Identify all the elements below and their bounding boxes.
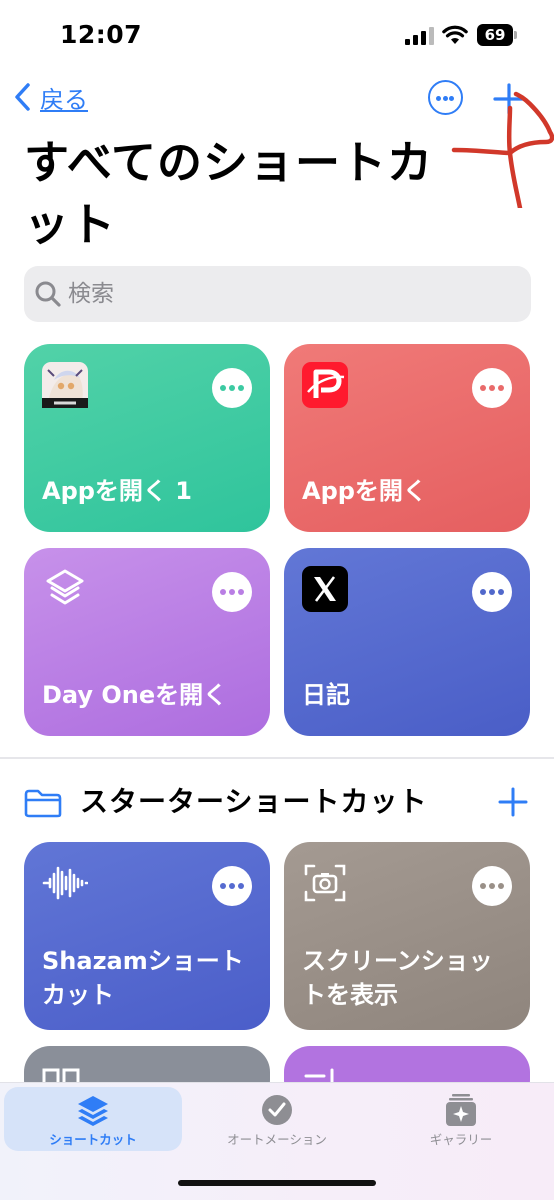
shortcut-label: 日記 (302, 681, 350, 709)
shortcut-tile-diary[interactable]: 日記 (284, 548, 530, 736)
shortcut-tile-open-app-1[interactable]: Appを開く 1 (24, 344, 270, 532)
shortcut-label: Appを開く (302, 477, 427, 505)
tab-label: ギャラリー (429, 1132, 493, 1147)
battery-icon: 69 (477, 24, 517, 46)
section-title: スターターショートカット (80, 785, 428, 818)
folder-icon[interactable] (24, 788, 62, 818)
ellipsis-dot (480, 589, 486, 595)
home-indicator (178, 1180, 376, 1186)
paypay-app-icon (302, 362, 348, 408)
section-divider (0, 757, 554, 759)
waveform-icon (42, 866, 88, 900)
ellipsis-dot (489, 883, 495, 889)
x-app-icon (302, 566, 348, 612)
starter-section-header: スターターショートカット (24, 782, 531, 824)
ellipsis-dot (449, 95, 454, 101)
more-options-button[interactable] (428, 80, 463, 115)
shortcut-label: Shazamショートカット (42, 947, 244, 1009)
shortcut-more-button[interactable] (472, 572, 512, 612)
search-bar[interactable] (24, 266, 531, 322)
ellipsis-dot (238, 589, 244, 595)
status-time: 12:07 (60, 20, 143, 49)
wifi-icon (442, 25, 468, 44)
tab-shortcuts[interactable]: ショートカット (4, 1087, 182, 1151)
ellipsis-dot (480, 883, 486, 889)
ellipsis-dot (220, 385, 226, 391)
battery-nub (514, 31, 517, 39)
back-label: 戻る (40, 85, 88, 114)
tab-label: オートメーション (227, 1132, 327, 1147)
ellipsis-dot (480, 385, 486, 391)
ellipsis-dot (238, 883, 244, 889)
shortcut-tile-open-app[interactable]: Appを開く (284, 344, 530, 532)
shortcuts-layers-icon (78, 1096, 108, 1126)
shortcut-more-button[interactable] (472, 866, 512, 906)
ellipsis-dot (442, 95, 448, 101)
page-title: すべてのショートカット (24, 136, 434, 251)
add-starter-shortcut-button[interactable] (497, 786, 529, 818)
battery-level: 69 (477, 24, 513, 46)
ellipsis-dot (220, 883, 226, 889)
layers-icon (46, 569, 84, 605)
add-shortcut-button[interactable] (492, 82, 526, 116)
ellipsis-dot (220, 589, 226, 595)
shortcut-label: Day Oneを開く (42, 681, 228, 709)
shortcut-more-button[interactable] (212, 368, 252, 408)
cellular-signal-icon (405, 27, 434, 45)
shortcut-more-button[interactable] (472, 368, 512, 408)
hoyoverse-app-icon (42, 362, 88, 408)
shortcut-more-button[interactable] (212, 866, 252, 906)
ellipsis-dot (498, 883, 504, 889)
ellipsis-dot (436, 95, 441, 101)
ellipsis-dot (489, 385, 495, 391)
shortcut-tile-shazam[interactable]: Shazamショートカット (24, 842, 270, 1030)
search-icon (35, 281, 61, 307)
screenshot-camera-icon (304, 864, 346, 902)
shortcut-label: スクリーンショットを表示 (302, 947, 493, 1009)
ellipsis-dot (498, 589, 504, 595)
back-button[interactable]: 戻る (12, 80, 88, 114)
ellipsis-dot (489, 589, 495, 595)
ellipsis-dot (229, 883, 235, 889)
status-bar: 12:07 69 (0, 0, 554, 70)
ellipsis-dot (498, 385, 504, 391)
shortcut-tile-show-screenshot[interactable]: スクリーンショットを表示 (284, 842, 530, 1030)
red-handwritten-arrow-annotation (451, 91, 554, 208)
chevron-left-icon (15, 83, 30, 111)
ellipsis-dot (238, 385, 244, 391)
shortcut-label: Appを開く 1 (42, 477, 192, 505)
tab-label: ショートカット (49, 1132, 137, 1147)
ellipsis-dot (229, 589, 235, 595)
gallery-sparkle-icon (446, 1094, 476, 1126)
clock-check-icon (262, 1095, 292, 1125)
tab-gallery[interactable]: ギャラリー (372, 1087, 550, 1151)
search-input[interactable] (68, 281, 488, 307)
tab-automation[interactable]: オートメーション (188, 1087, 366, 1151)
shortcut-tile-open-day-one[interactable]: Day Oneを開く (24, 548, 270, 736)
shortcut-more-button[interactable] (212, 572, 252, 612)
ellipsis-dot (229, 385, 235, 391)
